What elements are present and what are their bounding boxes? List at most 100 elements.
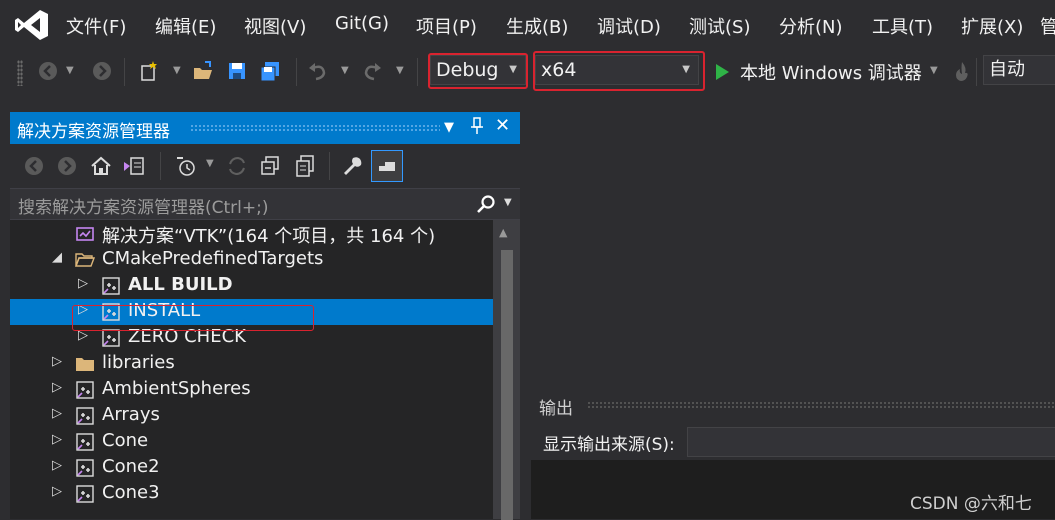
folder-icon	[75, 354, 95, 374]
solution-icon	[75, 224, 95, 244]
tree-expand-arrow-icon[interactable]: ▷	[52, 354, 62, 369]
properties-wrench-icon[interactable]	[340, 154, 364, 178]
scrollbar-thumb[interactable]	[501, 250, 513, 520]
pending-changes-filter-icon[interactable]	[174, 154, 198, 178]
tree-expand-arrow-icon[interactable]: ▷	[52, 458, 62, 473]
pin-icon[interactable]	[470, 117, 484, 139]
back-dropdown-icon[interactable]: ▼	[66, 65, 74, 76]
cmake-project-icon	[75, 484, 95, 504]
search-icon[interactable]	[476, 194, 496, 214]
redo-icon[interactable]	[361, 60, 383, 82]
menu-git[interactable]: Git(G)	[335, 13, 389, 34]
cmake-project-icon	[75, 432, 95, 452]
save-icon[interactable]	[226, 60, 248, 82]
tree-item-label: AmbientSpheres	[102, 378, 251, 399]
scroll-up-arrow-icon[interactable]: ▲	[499, 226, 507, 239]
tree-item[interactable]: ▷ libraries	[10, 351, 493, 377]
start-debugging-button[interactable]: 本地 Windows 调试器	[740, 59, 922, 85]
collapse-all-icon[interactable]	[258, 154, 282, 178]
title-grip[interactable]	[587, 401, 1055, 409]
hot-reload-flame-icon[interactable]	[953, 60, 971, 82]
solution-explorer-title-bar[interactable]: 解决方案资源管理器 ▼ ✕	[10, 112, 520, 144]
menu-build[interactable]: 生成(B)	[506, 13, 568, 39]
toolbar-grip[interactable]	[17, 60, 23, 86]
open-file-icon[interactable]	[192, 60, 214, 82]
menu-analyze[interactable]: 分析(N)	[779, 13, 843, 39]
solution-tree: 解决方案“VTK”(164 个项目，共 164 个) ◢ CMakePredefin…	[10, 220, 493, 519]
vertical-scrollbar[interactable]: ▲	[493, 220, 520, 520]
menu-tools[interactable]: 工具(T)	[872, 13, 933, 39]
tree-item-label: Cone3	[102, 482, 160, 503]
solution-explorer-toolbar: ▼	[10, 144, 520, 188]
tree-expand-arrow-icon[interactable]: ▷	[52, 484, 62, 499]
filter-dropdown-icon[interactable]: ▼	[206, 158, 214, 169]
debugger-dropdown-icon[interactable]: ▼	[930, 65, 938, 76]
new-project-icon[interactable]	[138, 60, 160, 82]
toolbar-separator	[417, 58, 418, 86]
navigate-back-icon[interactable]	[37, 60, 59, 82]
tree-item[interactable]: ◢ CMakePredefinedTargets	[10, 247, 493, 273]
undo-dropdown-icon[interactable]: ▼	[341, 65, 349, 76]
output-toolbar: 显示输出来源(S):	[531, 422, 1055, 460]
window-position-dropdown-icon[interactable]: ▼	[444, 120, 454, 135]
toolbar-separator	[296, 58, 297, 86]
cmake-project-icon	[75, 380, 95, 400]
tree-item-label: Arrays	[102, 404, 160, 425]
sync-icon[interactable]	[225, 154, 249, 178]
search-options-dropdown-icon[interactable]: ▼	[504, 197, 512, 208]
cmake-project-icon	[75, 458, 95, 478]
menu-bar: 文件(F) 编辑(E) 视图(V) Git(G) 项目(P) 生成(B) 调试(…	[0, 0, 1055, 50]
start-debugging-play-icon[interactable]	[713, 62, 731, 82]
cmake-project-icon	[101, 328, 121, 348]
tree-expand-arrow-icon[interactable]: ▷	[52, 432, 62, 447]
visual-studio-logo-icon[interactable]	[14, 8, 50, 42]
output-title-bar[interactable]: 输出	[531, 388, 1055, 422]
tree-expand-arrow-icon[interactable]: ▷	[52, 406, 62, 421]
title-grip[interactable]	[190, 124, 440, 132]
output-source-select[interactable]	[687, 427, 1055, 457]
tree-item[interactable]: ▷ ALL BUILD	[10, 273, 493, 299]
tree-item[interactable]: ▷ Cone2	[10, 455, 493, 481]
menu-window-partial[interactable]: 管	[1040, 13, 1055, 39]
switch-views-icon[interactable]	[122, 154, 146, 178]
output-source-label: 显示输出来源(S):	[543, 435, 675, 455]
tree-item-label: 解决方案“VTK”(164 个项目，共 164 个)	[102, 226, 436, 247]
close-icon[interactable]: ✕	[495, 115, 510, 136]
redo-dropdown-icon[interactable]: ▼	[396, 65, 404, 76]
highlight-box-platform	[533, 51, 705, 91]
tree-expand-arrow-icon[interactable]: ▷	[52, 380, 62, 395]
menu-test[interactable]: 测试(S)	[689, 13, 750, 39]
new-dropdown-icon[interactable]: ▼	[173, 65, 181, 76]
tree-item[interactable]: 解决方案“VTK”(164 个项目，共 164 个)	[10, 221, 493, 247]
show-all-files-icon[interactable]	[293, 154, 317, 178]
solution-explorer-search-box[interactable]: 搜索解决方案资源管理器(Ctrl+;) ▼	[10, 188, 520, 220]
menu-debug[interactable]: 调试(D)	[597, 13, 661, 39]
debug-mode-select[interactable]: 自动	[983, 55, 1055, 85]
preview-icon	[379, 162, 395, 171]
toolbar-separator	[976, 58, 977, 86]
navigate-forward-icon[interactable]	[91, 60, 113, 82]
menu-edit[interactable]: 编辑(E)	[155, 13, 216, 39]
folder-open-icon	[74, 250, 96, 270]
menu-file[interactable]: 文件(F)	[66, 13, 126, 39]
tree-item[interactable]: ▷ AmbientSpheres	[10, 377, 493, 403]
menu-view[interactable]: 视图(V)	[244, 13, 306, 39]
undo-icon[interactable]	[307, 60, 329, 82]
preview-selected-items-button[interactable]	[371, 150, 403, 182]
forward-icon[interactable]	[55, 154, 79, 178]
tree-item[interactable]: ▷ Cone	[10, 429, 493, 455]
menu-extensions[interactable]: 扩展(X)	[961, 13, 1023, 39]
tree-item-label: Cone	[102, 430, 149, 451]
save-all-icon[interactable]	[259, 60, 281, 82]
menu-project[interactable]: 项目(P)	[416, 13, 477, 39]
tree-item[interactable]: ▷ Cone3	[10, 481, 493, 507]
tree-item[interactable]: ▷ Arrays	[10, 403, 493, 429]
search-input[interactable]: 搜索解决方案资源管理器(Ctrl+;)	[18, 193, 268, 218]
tree-expand-arrow-icon[interactable]: ▷	[78, 276, 88, 291]
watermark: CSDN @六和七	[910, 494, 1032, 514]
panel-title: 输出	[539, 399, 573, 419]
back-icon[interactable]	[22, 154, 46, 178]
highlight-box-install	[72, 305, 314, 331]
home-icon[interactable]	[89, 154, 113, 178]
tree-expanded-arrow-icon[interactable]: ◢	[52, 250, 62, 265]
